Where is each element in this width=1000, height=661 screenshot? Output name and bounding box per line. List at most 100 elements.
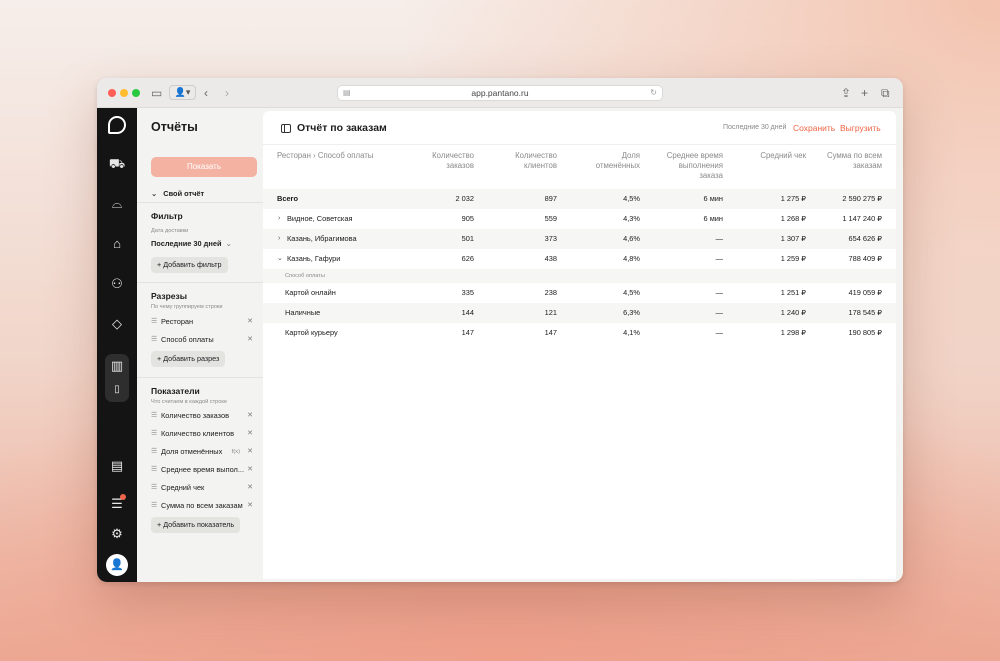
column-header[interactable]: Количество заказов [403,151,474,171]
remove-icon[interactable]: ✕ [247,463,253,477]
table-row[interactable]: › Казань, Ибрагимова 501 373 4,6% — 1 30… [263,229,896,249]
user-icon[interactable]: 👤 [106,554,128,576]
drag-handle-icon[interactable]: ☰ [151,463,157,477]
sidebar-toggle-icon[interactable]: ▭ [151,85,162,101]
metric-item[interactable]: ☰ Сумма по всем заказам ✕ [151,499,257,513]
report-title: Отчёт по заказам [297,122,387,134]
page-title: Отчёты [151,120,198,134]
plus-icon: + [157,260,162,269]
settings-icon[interactable]: ⚙ [105,524,129,544]
table-subrow[interactable]: Картой онлайн 335 238 4,5% — 1 251 ₽ 419… [263,283,896,303]
drag-handle-icon[interactable]: ☰ [151,481,157,495]
column-header[interactable]: Количество клиентов [485,151,557,171]
remove-icon[interactable]: ✕ [247,499,253,513]
remove-icon[interactable]: ✕ [247,445,253,459]
metric-item[interactable]: ☰ Среднее время выпол... ✕ [151,463,257,477]
logo-icon[interactable] [108,116,126,134]
metrics-subtitle: Что считаем в каждой строке [151,399,227,405]
store-icon[interactable]: ⌂ [105,234,129,254]
notes-icon[interactable]: ▤ [105,456,129,476]
forward-icon[interactable]: › [225,85,229,101]
chevron-down-icon: ⌄ [225,239,232,248]
ticket-icon[interactable]: ◇ [105,314,129,334]
group-label: Способ оплаты [285,273,325,279]
divider [137,202,263,203]
plus-icon: + [157,354,162,363]
chart-icon[interactable]: ▥ [105,356,129,376]
column-header[interactable]: Доля отменённых [569,151,640,171]
slices-heading: Разрезы [151,291,188,301]
minimize-window-button[interactable] [120,89,128,97]
add-filter-button[interactable]: + Добавить фильтр [151,257,228,273]
slices-subtitle: По чему группируем строки [151,304,223,310]
remove-icon[interactable]: ✕ [247,427,253,441]
chevron-right-icon[interactable]: › [278,229,280,249]
reload-icon[interactable]: ↻ [650,86,657,100]
table-row[interactable]: › Видное, Советская 905 559 4,3% 6 мин 1… [263,209,896,229]
my-report-toggle[interactable]: ⌄ Свой отчёт [151,189,204,198]
remove-icon[interactable]: ✕ [247,409,253,423]
close-window-button[interactable] [108,89,116,97]
drag-handle-icon[interactable]: ☰ [151,445,157,459]
drag-handle-icon[interactable]: ☰ [151,427,157,441]
table-row-total: Всего 2 032 897 4,5% 6 мин 1 275 ₽ 2 590… [263,189,896,209]
table-subrow[interactable]: Картой курьеру 147 147 4,1% — 1 298 ₽ 19… [263,323,896,343]
date-filter-select[interactable]: Последние 30 дней ⌄ [151,239,232,248]
save-button[interactable]: Сохранить [793,123,835,133]
share-icon[interactable]: ⇪ [841,85,851,101]
slice-item[interactable]: ☰ Ресторан ✕ [151,315,257,329]
remove-icon[interactable]: ✕ [247,333,253,347]
tabs-overview-icon[interactable]: ⧉ [881,85,890,101]
document-icon[interactable]: ▯ [105,380,129,400]
report-content: Отчёт по заказам Последние 30 дней Сохра… [263,111,896,579]
divider [137,377,263,378]
app-nav-rail: ⛟ ⌓ ⌂ ⚇ ◇ ▥ ▯ ▤ ☰ ⚙ 👤 [97,108,137,582]
add-slice-button[interactable]: + Добавить разрез [151,351,226,367]
remove-icon[interactable]: ✕ [247,481,253,495]
column-header[interactable]: Средний чек [733,151,806,161]
browser-toolbar: ▭ 👤▾ ‹ › ▤ app.pantano.ru ↻ ⇪ + ⧉ [97,78,903,108]
report-header: Отчёт по заказам Последние 30 дней Сохра… [263,111,896,145]
drag-handle-icon[interactable]: ☰ [151,499,157,513]
chevron-down-icon: ⌄ [151,189,158,198]
metric-item[interactable]: ☰ Доля отменённых f(x) ✕ [151,445,257,459]
divider [137,282,263,283]
new-tab-icon[interactable]: + [861,85,868,101]
users-icon[interactable]: ⚇ [105,274,129,294]
back-icon[interactable]: ‹ [204,85,208,101]
drag-handle-icon[interactable]: ☰ [151,333,157,347]
slice-item[interactable]: ☰ Способ оплаты ✕ [151,333,257,347]
table-row-expanded[interactable]: ⌄ Казань, Гафури 626 438 4,8% — 1 259 ₽ … [263,249,896,269]
column-header[interactable]: Сумма по всем заказам [808,151,882,171]
drag-handle-icon[interactable]: ☰ [151,315,157,329]
report-settings-panel: Отчёты Показать ⌄ Свой отчёт Фильтр Дата… [137,108,263,582]
formula-badge: f(x) [231,449,240,455]
group-label-row: Способ оплаты [263,269,896,283]
cloche-icon[interactable]: ⌓ [105,194,129,214]
panel-toggle-icon[interactable] [281,124,291,133]
table-header: Ресторан › Способ оплаты Количество зака… [263,147,896,191]
page-icon: ▤ [343,88,351,97]
url-text: app.pantano.ru [471,88,529,98]
metrics-heading: Показатели [151,386,200,396]
browser-window: ▭ 👤▾ ‹ › ▤ app.pantano.ru ↻ ⇪ + ⧉ ⛟ ⌓ ⌂ … [97,78,903,582]
metric-item[interactable]: ☰ Средний чек ✕ [151,481,257,495]
maximize-window-button[interactable] [132,89,140,97]
filter-heading: Фильтр [151,211,183,221]
drag-handle-icon[interactable]: ☰ [151,409,157,423]
metric-item[interactable]: ☰ Количество заказов ✕ [151,409,257,423]
export-button[interactable]: Выгрузить [840,123,881,133]
notification-badge [120,494,126,500]
profile-menu-button[interactable]: 👤▾ [169,85,196,100]
table-subrow[interactable]: Наличные 144 121 6,3% — 1 240 ₽ 178 545 … [263,303,896,323]
address-bar[interactable]: ▤ app.pantano.ru ↻ [337,85,663,101]
column-header[interactable]: Среднее время выполнения заказа [643,151,723,181]
truck-icon[interactable]: ⛟ [105,154,129,174]
remove-icon[interactable]: ✕ [247,315,253,329]
show-button[interactable]: Показать [151,157,257,177]
chevron-right-icon[interactable]: › [278,209,280,229]
chevron-down-icon[interactable]: ⌄ [277,249,283,269]
report-period: Последние 30 дней [723,124,787,131]
add-metric-button[interactable]: + Добавить показатель [151,517,241,533]
metric-item[interactable]: ☰ Количество клиентов ✕ [151,427,257,441]
